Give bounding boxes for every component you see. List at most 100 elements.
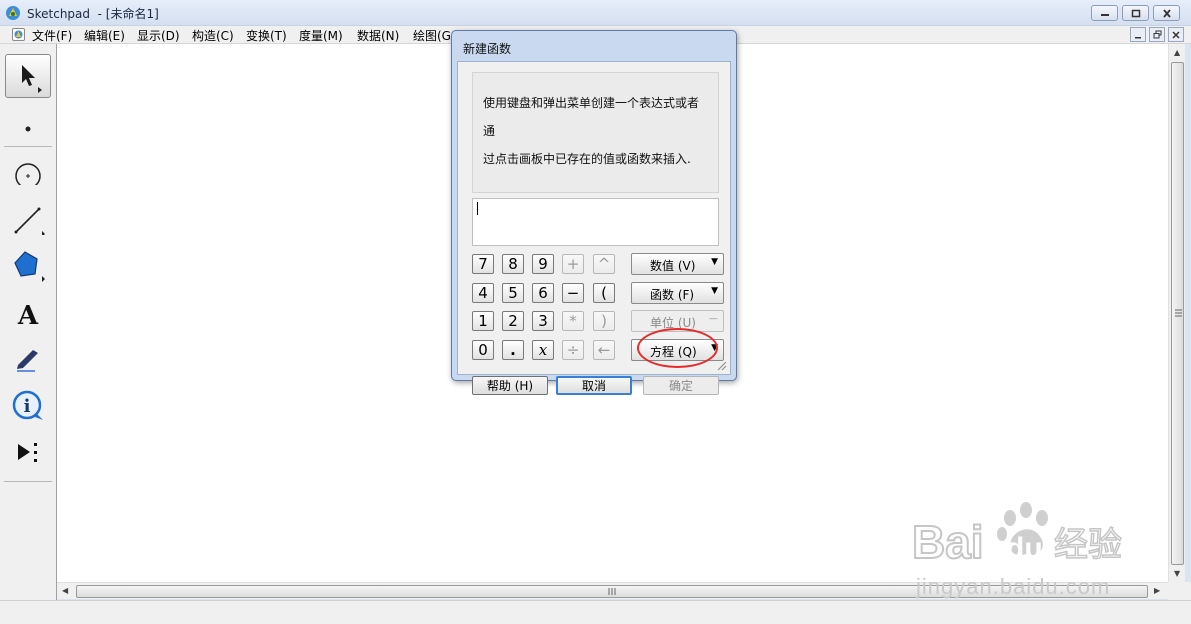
segment-icon	[14, 207, 45, 235]
key-5[interactable]: 5	[502, 283, 524, 303]
circle-icon	[15, 163, 41, 185]
key-backspace[interactable]: ←	[593, 340, 615, 360]
custom-tool-icon	[18, 443, 37, 462]
custom-tool[interactable]	[5, 430, 51, 474]
scroll-left-arrow[interactable]: ◀	[62, 586, 68, 595]
point-icon	[25, 126, 31, 132]
dropdown-arrow-icon: —	[709, 314, 718, 324]
key-4[interactable]: 4	[472, 283, 494, 303]
close-icon	[1162, 8, 1171, 18]
restore-icon	[1153, 30, 1161, 39]
key-close-paren[interactable]: )	[593, 311, 615, 331]
doc-close-button[interactable]	[1168, 27, 1184, 42]
key-9[interactable]: 9	[532, 254, 554, 274]
resize-grip-icon[interactable]	[715, 359, 727, 371]
compass-tool[interactable]	[5, 148, 51, 192]
key-3[interactable]: 3	[532, 311, 554, 331]
pen-icon	[17, 350, 38, 372]
title-bar: Sketchpad - [未命名1]	[0, 0, 1191, 26]
key-multiply[interactable]: *	[562, 311, 584, 331]
watermark-url: jingyan.baidu.com	[916, 574, 1111, 599]
function-dropdown-label: 函数 (F)	[650, 288, 695, 302]
doc-minimize-button[interactable]	[1130, 27, 1146, 42]
scroll-right-arrow[interactable]: ▶	[1154, 586, 1160, 595]
menu-measure[interactable]: 度量(M)	[299, 27, 343, 44]
watermark-bai: Bai	[912, 516, 984, 568]
menu-display[interactable]: 显示(D)	[137, 27, 180, 44]
sketch-doc-icon	[14, 30, 23, 39]
polygon-icon	[14, 251, 45, 282]
key-2[interactable]: 2	[502, 311, 524, 331]
expression-input[interactable]	[472, 198, 719, 246]
dialog-body: 使用键盘和弹出菜单创建一个表达式或者通 过点击画板中已存在的值或函数来插入. 7…	[457, 61, 731, 395]
minimize-icon	[1100, 14, 1109, 16]
text-icon: A	[17, 301, 39, 331]
close-icon	[1172, 30, 1180, 39]
key-6[interactable]: 6	[532, 283, 554, 303]
dialog-title: 新建函数	[463, 42, 512, 56]
text-tool[interactable]: A	[5, 289, 51, 333]
menu-transform[interactable]: 变换(T)	[246, 27, 287, 44]
menu-edit[interactable]: 编辑(E)	[84, 27, 125, 44]
instruction-line-2: 过点击画板中已存在的值或函数来插入.	[483, 152, 691, 166]
key-7[interactable]: 7	[472, 254, 494, 274]
menu-file[interactable]: 文件(F)	[32, 27, 72, 44]
vertical-scrollbar[interactable]: ▲ ▼	[1168, 44, 1185, 582]
maximize-icon	[1131, 9, 1140, 17]
vertical-scroll-thumb[interactable]	[1171, 62, 1184, 565]
key-divide[interactable]: ÷	[562, 340, 584, 360]
key-open-paren[interactable]: (	[593, 283, 615, 303]
scroll-down-arrow[interactable]: ▼	[1174, 569, 1180, 578]
minimize-icon	[1135, 36, 1141, 38]
info-icon: i	[12, 390, 43, 420]
watermark-du: du	[1006, 532, 1043, 565]
new-function-dialog: 新建函数 使用键盘和弹出菜单创建一个表达式或者通 过点击画板中已存在的值或函数来…	[451, 30, 737, 395]
maximize-button[interactable]	[1122, 5, 1149, 21]
svg-text:i: i	[24, 396, 31, 417]
grip-icon	[1175, 309, 1182, 317]
menu-number[interactable]: 数据(N)	[357, 27, 399, 44]
document-menu-icon[interactable]	[12, 28, 25, 41]
key-x[interactable]: x	[532, 340, 554, 360]
cancel-button[interactable]: 取消	[556, 376, 632, 395]
menu-construct[interactable]: 构造(C)	[192, 27, 234, 44]
key-plus[interactable]: +	[562, 254, 584, 274]
text-caret	[477, 202, 478, 215]
polygon-tool[interactable]	[5, 242, 51, 286]
help-button[interactable]: 帮助 (H)	[472, 376, 548, 395]
grip-icon	[608, 588, 616, 595]
key-minus[interactable]: −	[562, 283, 584, 303]
value-dropdown[interactable]: 数值 (V) ▼	[631, 253, 724, 275]
information-tool[interactable]: i	[5, 383, 51, 427]
marker-tool[interactable]	[5, 336, 51, 380]
status-bar	[0, 600, 1191, 624]
sketchpad-window: Sketchpad - [未命名1] 文件(F) 编辑(E) 显示(D) 构造(…	[0, 0, 1191, 624]
sketchpad-app-icon[interactable]	[5, 5, 21, 21]
straightedge-tool[interactable]	[5, 196, 51, 240]
highlight-circle-annotation	[637, 328, 718, 368]
key-0[interactable]: 0	[472, 340, 494, 360]
toolbox: A i	[0, 44, 57, 600]
point-tool[interactable]	[5, 100, 51, 144]
instruction-line-1: 使用键盘和弹出菜单创建一个表达式或者通	[483, 96, 700, 138]
dropdown-arrow-icon: ▼	[711, 257, 718, 267]
key-decimal[interactable]: .	[502, 340, 524, 360]
minimize-button[interactable]	[1091, 5, 1118, 21]
ok-button[interactable]: 确定	[643, 376, 719, 395]
doc-restore-button[interactable]	[1149, 27, 1165, 42]
menu-graph[interactable]: 绘图(G	[413, 27, 451, 44]
key-1[interactable]: 1	[472, 311, 494, 331]
instruction-box: 使用键盘和弹出菜单创建一个表达式或者通 过点击画板中已存在的值或函数来插入.	[472, 72, 719, 193]
window-title: Sketchpad - [未命名1]	[27, 7, 159, 21]
dropdown-arrow-icon: ▼	[711, 286, 718, 296]
arrow-tool[interactable]	[5, 54, 51, 98]
arrow-icon	[22, 65, 42, 93]
scroll-corner	[1168, 582, 1191, 600]
key-caret[interactable]: ^	[593, 254, 615, 274]
key-8[interactable]: 8	[502, 254, 524, 274]
watermark-jingyan: 经验	[1054, 525, 1122, 565]
function-dropdown[interactable]: 函数 (F) ▼	[631, 282, 724, 304]
close-button[interactable]	[1153, 5, 1180, 21]
value-dropdown-label: 数值 (V)	[650, 259, 696, 273]
scroll-up-arrow[interactable]: ▲	[1174, 48, 1180, 57]
